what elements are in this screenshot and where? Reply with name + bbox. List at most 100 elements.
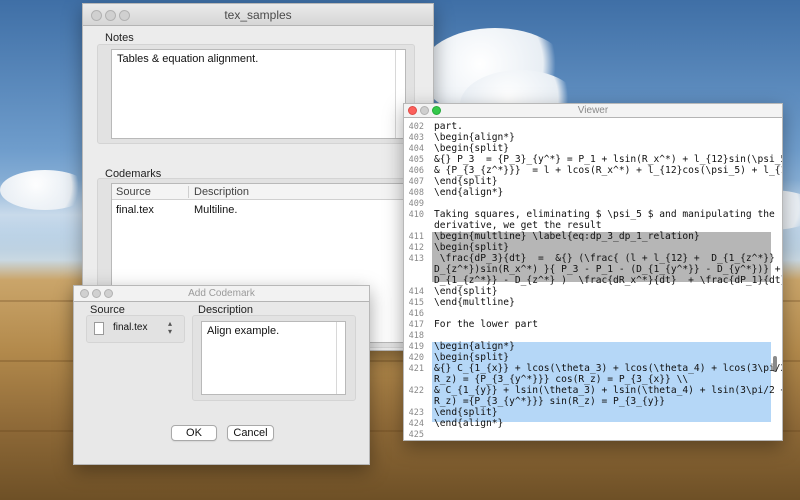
code-text: R_z) ={P_{3_{y^*}}} sin(R_z) = P_{3_{y}} (434, 396, 666, 407)
description-scroll-divider (336, 322, 337, 394)
line-number: 415 (408, 298, 424, 308)
code-text: \begin{multline} \label{eq:dp_3_dp_1_rel… (434, 231, 700, 242)
code-text: \frac{dP_3}{dt} = &{} (\frac{ (l + l_{12… (434, 253, 783, 264)
code-line[interactable]: 415 \end{multline} (404, 297, 782, 309)
code-line[interactable]: 412 \begin{split} (404, 242, 782, 254)
code-line[interactable]: 408 \end{align*} (404, 187, 782, 199)
code-text: D_{1_{z^*}} - D_{z^*} ) \frac{dR_x^*}{dt… (434, 275, 783, 286)
code-line[interactable]: 417 For the lower part (404, 319, 782, 331)
code-text: & C_{1_{y}} + lsin(\theta_3) + lsin(\the… (434, 385, 783, 396)
code-line[interactable]: 419 \begin{align*} (404, 341, 782, 353)
line-number: 418 (408, 331, 424, 341)
code-line[interactable]: 414 \end{split} (404, 286, 782, 298)
line-number: 414 (408, 287, 424, 297)
code-line[interactable]: 424 \end{align*} (404, 418, 782, 430)
code-line[interactable]: derivative, we get the result (404, 220, 782, 231)
line-number: 419 (408, 342, 424, 352)
code-text: \end{split} (434, 176, 498, 187)
code-text: D_{z^*})sin(R_x^*) }{ P_3 - P_1 - (D_{1_… (434, 264, 781, 275)
chevron-updown-icon: ▴ ▾ (168, 319, 173, 336)
code-line[interactable]: 406 & {P_{3_{z^*}}} = l + lcos(R_x^*) + l… (404, 165, 783, 177)
code-view[interactable]: 402 part. 403 \begin{align*} 404 \begin{split… (404, 118, 783, 440)
code-text: &{} P_3 = {P_3}_{y^*} = P_1 + lsin(R_x^*… (434, 154, 783, 165)
viewer-title: Viewer (577, 105, 609, 116)
line-number: 417 (408, 320, 424, 330)
code-text: & {P_{3_{z^*}}} = l + lcos(R_x^*) + l_{1… (434, 165, 783, 176)
code-line[interactable]: 425 (404, 430, 782, 440)
code-line[interactable]: R_z) = {P_{3_{y^*}}} cos(R_z) = P_{3_{x}… (404, 375, 782, 385)
code-line[interactable]: 410 Taking squares, eliminating $ \psi_5 … (404, 209, 782, 221)
line-number: 412 (408, 243, 424, 253)
code-text: part. (434, 121, 463, 132)
code-line[interactable]: 409 (404, 199, 782, 209)
line-number: 407 (408, 177, 424, 187)
source-column-header[interactable]: Source (116, 186, 151, 198)
line-number: 423 (408, 408, 424, 418)
line-number: 416 (408, 309, 424, 319)
main-window-title: tex_samples (224, 8, 292, 22)
code-text: For the lower part (434, 319, 538, 330)
code-line[interactable]: 421 &{} C_{1_{x}} + lcos(\theta_3) + lcos… (404, 363, 783, 375)
code-line[interactable]: R_z) ={P_{3_{y^*}}} sin(R_z) = P_{3_{y}} (404, 396, 782, 407)
source-select-value: final.tex (113, 322, 148, 333)
code-line[interactable]: 422 & C_{1_{y}} + lsin(\theta_3) + lsin(\… (404, 385, 783, 397)
main-titlebar[interactable]: tex_samples (83, 4, 433, 26)
line-number: 411 (408, 232, 424, 242)
document-icon (94, 322, 104, 335)
code-text: Taking squares, eliminating $ \psi_5 $ a… (434, 209, 775, 220)
code-line[interactable]: 403 \begin{align*} (404, 132, 782, 144)
code-line[interactable]: 411 \begin{multline} \label{eq:dp_3_dp_1_… (404, 231, 782, 243)
code-line[interactable]: 413 \frac{dP_3}{dt} = &{} (\frac{ (l + l… (404, 253, 783, 265)
code-line[interactable]: 423 \end{split} (404, 407, 782, 419)
code-text: \begin{split} (434, 143, 510, 154)
description-textarea[interactable]: Align example. (201, 321, 346, 395)
code-line[interactable]: 404 \begin{split} (404, 143, 782, 155)
code-line[interactable]: 416 (404, 309, 782, 319)
line-number: 413 (408, 254, 424, 264)
row-source-cell: final.tex (116, 204, 154, 216)
notes-label: Notes (105, 32, 134, 44)
line-number: 402 (408, 122, 424, 132)
description-column-header[interactable]: Description (194, 186, 249, 198)
line-number: 406 (408, 166, 424, 176)
code-text: \begin{split} (434, 242, 510, 253)
code-line[interactable]: 402 part. (404, 121, 782, 133)
line-number: 421 (408, 364, 424, 374)
code-text: \begin{align*} (434, 341, 515, 352)
code-text: &{} C_{1_{x}} + lcos(\theta_3) + lcos(\t… (434, 363, 783, 374)
row-description-cell: Multiline. (194, 204, 238, 216)
code-text: \end{split} (434, 407, 498, 418)
line-number: 420 (408, 353, 424, 363)
source-select[interactable]: final.tex ▴ ▾ (94, 319, 178, 339)
code-text: \begin{align*} (434, 132, 515, 143)
code-text: \end{multline} (434, 297, 515, 308)
code-text: derivative, we get the result (434, 220, 602, 231)
add-codemark-dialog: Add Codemark Source final.tex ▴ ▾ Descrip… (73, 285, 370, 465)
line-number: 403 (408, 133, 424, 143)
code-line[interactable]: 418 (404, 331, 782, 341)
cancel-button[interactable]: Cancel (227, 425, 274, 441)
code-text: \end{split} (434, 286, 498, 297)
viewer-titlebar[interactable]: Viewer (404, 104, 782, 118)
dialog-titlebar[interactable]: Add Codemark (74, 286, 369, 302)
codemarks-table-header: Source Description (112, 184, 405, 200)
notes-scroll-divider (395, 50, 396, 138)
line-number: 409 (408, 199, 424, 209)
code-line[interactable]: 407 \end{split} (404, 176, 782, 188)
code-text: \end{align*} (434, 418, 504, 429)
ok-button[interactable]: OK (171, 425, 217, 441)
line-number: 410 (408, 210, 424, 220)
column-separator (188, 186, 189, 198)
code-line[interactable]: D_{1_{z^*}} - D_{z^*} ) \frac{dR_x^*}{dt… (404, 275, 783, 286)
line-number: 405 (408, 155, 424, 165)
line-number: 424 (408, 419, 424, 429)
code-line[interactable]: 420 \begin{split} (404, 352, 782, 364)
code-text: \begin{split} (434, 352, 510, 363)
code-line[interactable]: 405 &{} P_3 = {P_3}_{y^*} = P_1 + lsin(R_… (404, 154, 783, 166)
dialog-title: Add Codemark (188, 288, 255, 299)
line-number: 408 (408, 188, 424, 198)
line-number: 425 (408, 430, 424, 440)
code-line[interactable]: D_{z^*})sin(R_x^*) }{ P_3 - P_1 - (D_{1_… (404, 264, 782, 275)
code-text: \end{align*} (434, 187, 504, 198)
notes-textarea[interactable]: Tables & equation alignment. (111, 49, 406, 139)
